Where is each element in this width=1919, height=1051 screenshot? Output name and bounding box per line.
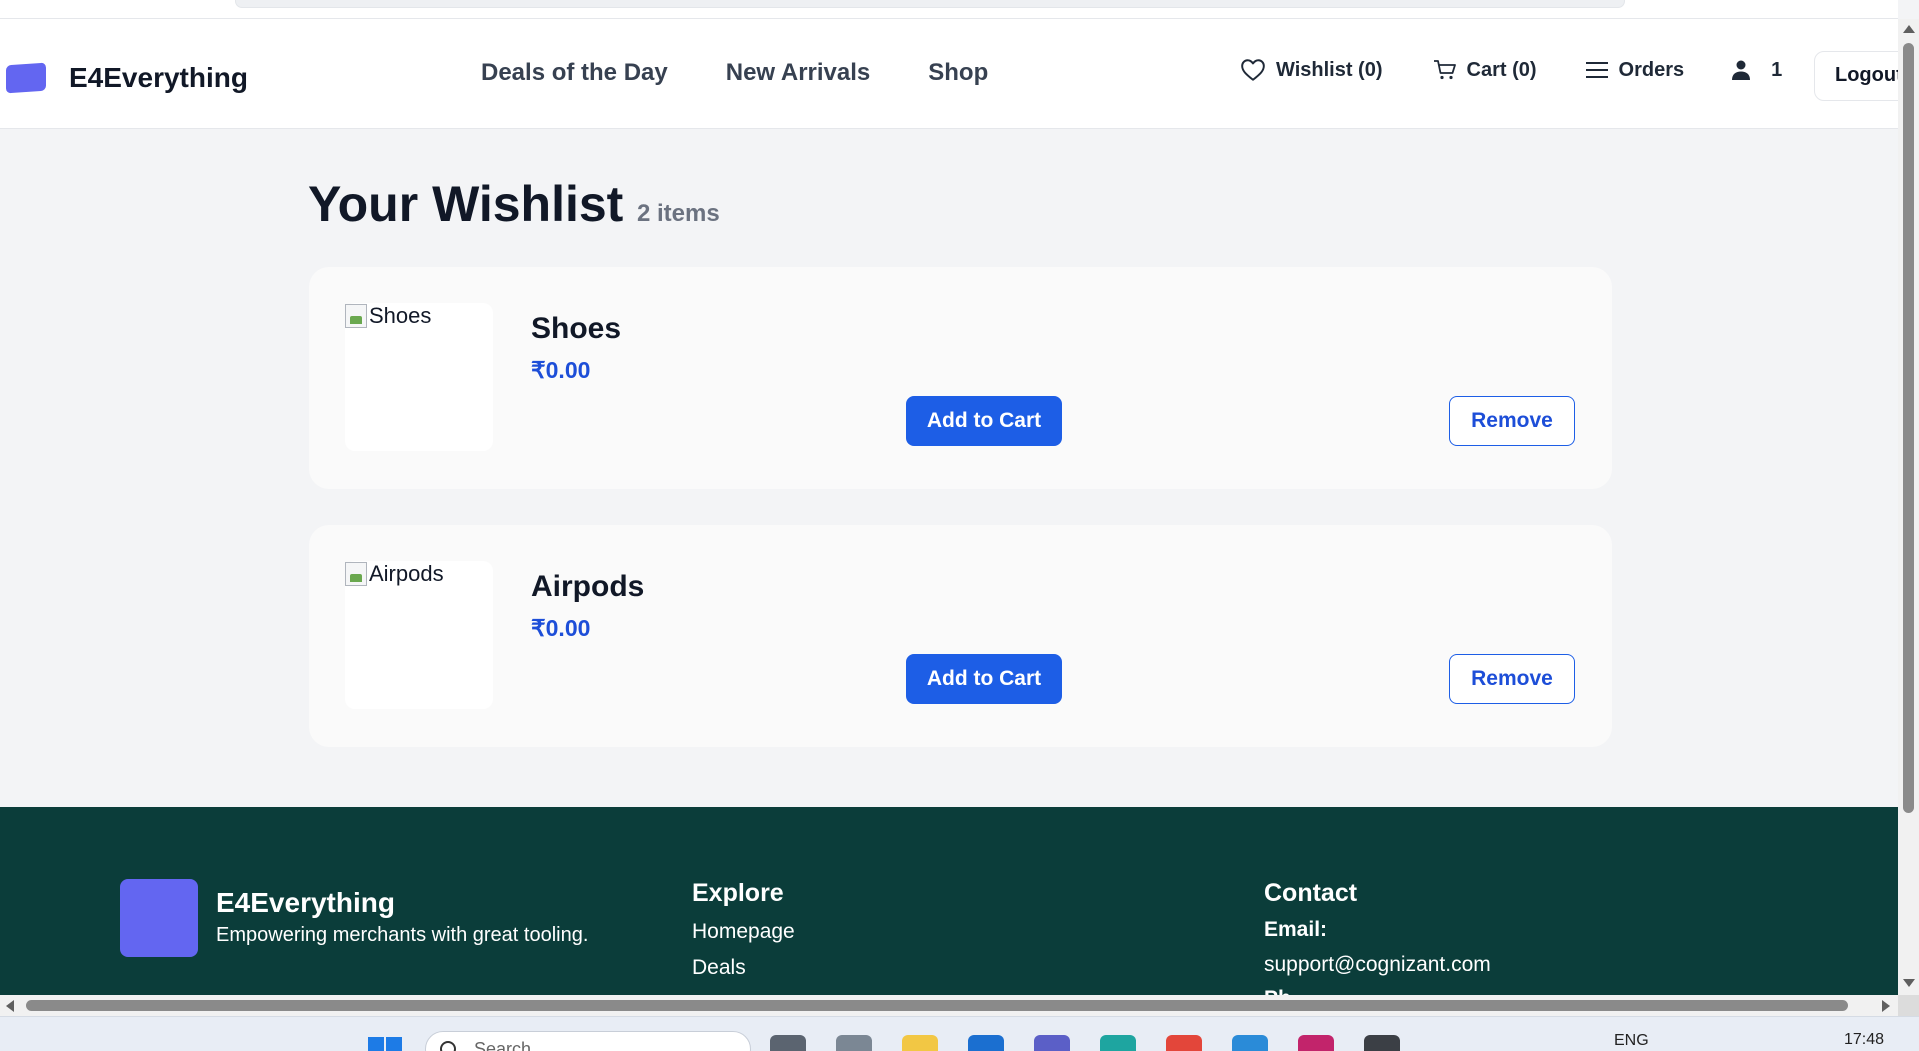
product-name[interactable]: Shoes xyxy=(531,312,621,346)
task-view-icon[interactable] xyxy=(770,1035,806,1051)
product-price: ₹0.00 xyxy=(531,615,591,641)
image-alt-text: Airpods xyxy=(369,561,444,586)
vscode-icon[interactable] xyxy=(1232,1035,1268,1051)
nav-shop[interactable]: Shop xyxy=(928,59,988,87)
scroll-right-arrow-icon[interactable] xyxy=(1882,1000,1890,1012)
footer-link-deals[interactable]: Deals xyxy=(692,956,746,980)
brand-logo xyxy=(6,62,46,94)
address-bar-edge[interactable] xyxy=(235,0,1625,8)
language-indicator[interactable]: ENG xyxy=(1614,1032,1649,1050)
remove-button[interactable]: Remove xyxy=(1449,654,1575,704)
vertical-scroll-thumb[interactable] xyxy=(1903,43,1914,813)
cart-link[interactable]: Cart (0) xyxy=(1433,59,1537,82)
footer-logo xyxy=(120,879,198,957)
product-image[interactable]: Airpods xyxy=(345,561,493,709)
footer-link-homepage[interactable]: Homepage xyxy=(692,920,795,944)
taskbar-search-placeholder: Search xyxy=(474,1038,532,1051)
search-icon xyxy=(440,1041,456,1051)
cart-label: Cart (0) xyxy=(1466,58,1537,81)
footer-contact-heading: Contact xyxy=(1264,879,1358,907)
wishlist-item: Shoes Shoes ₹0.00 Add to Cart Remove xyxy=(309,267,1612,489)
footer-email-label: Email: xyxy=(1264,918,1328,941)
heart-icon xyxy=(1241,59,1265,81)
scroll-left-arrow-icon[interactable] xyxy=(6,1000,14,1012)
scroll-up-arrow-icon[interactable] xyxy=(1903,25,1915,33)
wishlist-link[interactable]: Wishlist (0) xyxy=(1240,58,1383,82)
orders-label: Orders xyxy=(1618,58,1685,81)
menu-icon xyxy=(1585,62,1608,78)
product-price: ₹0.00 xyxy=(531,357,591,383)
item-count: 2 items xyxy=(637,200,720,227)
vertical-scrollbar[interactable] xyxy=(1898,19,1919,995)
browser-viewport: E4Everything Deals of the Day New Arriva… xyxy=(0,0,1898,995)
add-to-cart-button[interactable]: Add to Cart xyxy=(906,396,1062,446)
orders-link[interactable]: Orders xyxy=(1585,58,1685,82)
scrollbar-corner xyxy=(1898,995,1919,1016)
edge-icon[interactable] xyxy=(1100,1035,1136,1051)
outlook-icon[interactable] xyxy=(968,1035,1004,1051)
browser-top-strip xyxy=(0,0,1898,19)
broken-image-icon xyxy=(345,562,367,586)
file-explorer-icon[interactable] xyxy=(902,1035,938,1051)
terminal-icon[interactable] xyxy=(1364,1035,1400,1051)
main-nav: Deals of the Day New Arrivals Shop xyxy=(481,59,1046,87)
user-label: 1 xyxy=(1771,58,1783,81)
chrome-icon[interactable] xyxy=(1166,1035,1202,1051)
nav-new-arrivals[interactable]: New Arrivals xyxy=(726,59,871,87)
footer-phone-label: Ph xyxy=(1264,987,1291,995)
wishlist-item: Airpods Airpods ₹0.00 Add to Cart Remove xyxy=(309,525,1612,747)
nav-deals-of-the-day[interactable]: Deals of the Day xyxy=(481,59,668,87)
scroll-down-arrow-icon[interactable] xyxy=(1903,979,1915,987)
footer-email[interactable]: support@cognizant.com xyxy=(1264,953,1491,977)
footer-tagline: Empowering merchants with great tooling. xyxy=(216,924,589,946)
horizontal-scrollbar[interactable] xyxy=(0,995,1898,1016)
product-image[interactable]: Shoes xyxy=(345,303,493,451)
taskbar-search[interactable]: Search xyxy=(425,1031,751,1051)
user-account[interactable]: 1 xyxy=(1731,59,1782,82)
wishlist-label: Wishlist (0) xyxy=(1276,58,1383,81)
product-name[interactable]: Airpods xyxy=(531,570,644,604)
remove-button[interactable]: Remove xyxy=(1449,396,1575,446)
site-header: E4Everything Deals of the Day New Arriva… xyxy=(0,19,1898,129)
image-alt-text: Shoes xyxy=(369,303,432,328)
user-icon xyxy=(1732,60,1751,80)
footer-explore-heading: Explore xyxy=(692,879,784,907)
broken-image-icon xyxy=(345,304,367,328)
brand[interactable]: E4Everything xyxy=(6,62,248,94)
cart-icon xyxy=(1433,60,1456,80)
page-title: Your Wishlist xyxy=(308,176,624,232)
windows-icon[interactable] xyxy=(368,1037,402,1051)
intellij-icon[interactable] xyxy=(1298,1035,1334,1051)
add-to-cart-button[interactable]: Add to Cart xyxy=(906,654,1062,704)
teams-icon[interactable] xyxy=(1034,1035,1070,1051)
os-taskbar: Search ENG 17:48 xyxy=(0,1016,1919,1051)
horizontal-scroll-thumb[interactable] xyxy=(26,1000,1848,1011)
settings-icon[interactable] xyxy=(836,1035,872,1051)
logout-button[interactable]: Logout xyxy=(1814,51,1898,101)
site-footer: E4Everything Empowering merchants with g… xyxy=(0,807,1898,995)
header-actions: Wishlist (0) Cart (0) Orders 1 xyxy=(1240,58,1782,82)
footer-brand-name: E4Everything xyxy=(216,887,395,918)
clock-time[interactable]: 17:48 xyxy=(1844,1031,1884,1049)
brand-name: E4Everything xyxy=(69,62,248,93)
